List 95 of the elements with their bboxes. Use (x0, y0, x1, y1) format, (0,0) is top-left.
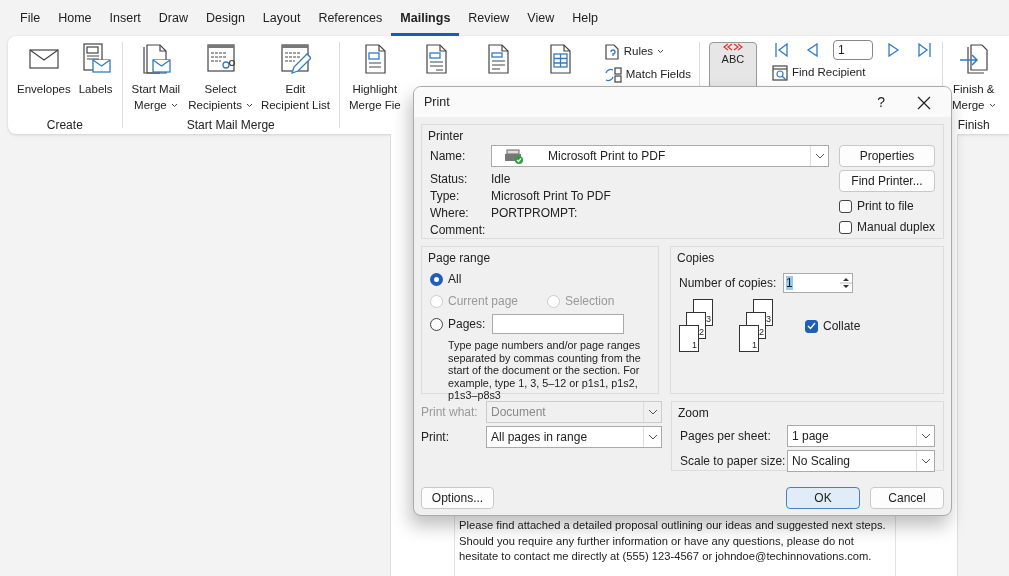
radio-option[interactable]: Pages: (430, 315, 492, 333)
chevron-down-icon (920, 433, 931, 439)
ribbon-button[interactable]: Start Mail Merge (127, 42, 185, 118)
help-button[interactable]: ? (861, 87, 901, 117)
option-label: Collate (823, 318, 861, 335)
close-icon (917, 95, 931, 110)
first-record-icon (773, 42, 788, 58)
checkbox[interactable] (839, 220, 852, 234)
dropdown-field[interactable]: No Scaling (787, 450, 935, 472)
field-label: Name: (430, 148, 467, 165)
sample-text: ABC (721, 52, 745, 67)
ribbon-button[interactable]: Envelopes (13, 42, 75, 118)
info-label: Comment: (430, 221, 487, 239)
menu-tab[interactable]: Help (563, 0, 607, 36)
page-sheet: 1 (739, 325, 759, 352)
page-sheet: 1 (679, 325, 699, 352)
chevrons-icon (721, 43, 744, 51)
option-label: Manual duplex (857, 219, 936, 236)
menu-tab[interactable]: Review (459, 0, 519, 36)
chevron-down-icon (647, 409, 658, 415)
printer-button[interactable]: Find Printer... (839, 170, 935, 192)
hint-text: Type page numbers and/or page ranges separated by commas counting from the start of the document or the section. For example, type 1, 3, 5–12 or p1s1, p1s2, p1s3–p8s3 (448, 339, 642, 402)
option-label: Current page (448, 293, 519, 310)
dialog-button[interactable]: OK (786, 487, 860, 509)
dropdown-field[interactable]: 1 page (787, 425, 935, 447)
ribbon-button[interactable]: Match Fields (600, 65, 694, 85)
ribbon-button[interactable]: Find Recipient (768, 63, 937, 83)
menu-tab[interactable]: View (518, 0, 564, 36)
option-label: Selection (565, 293, 615, 310)
body-paragraph: Please find attached a detailed proposal outlining our ideas and suggested next steps. Should you require any further information or have any questions, please do not hesitate to contact me directly at (555) 123-4567 or johndoe@techinnovations.com. (459, 518, 887, 564)
ribbon-button[interactable]: Labels (74, 42, 117, 118)
checkbox-option[interactable]: Collate (805, 317, 861, 335)
ribbon-button[interactable]: Rules (600, 42, 694, 62)
field-label: Print what: (421, 404, 479, 421)
checkbox-option[interactable]: Print to file (839, 197, 935, 215)
checkbox[interactable] (805, 319, 818, 333)
group-label: Create (45, 118, 84, 132)
group-label: Start Mail Merge (185, 118, 276, 132)
field-label: Pages per sheet: (680, 428, 772, 445)
dropdown-field[interactable]: All pages in range (486, 426, 662, 448)
printer-button[interactable]: Properties (839, 145, 935, 167)
radio-button[interactable] (430, 272, 443, 286)
option-label: Print to file (857, 198, 914, 215)
menu-tab[interactable]: Insert (100, 0, 150, 36)
find-icon (771, 64, 788, 81)
group-label: Finish (956, 118, 991, 132)
pages-field[interactable] (492, 314, 624, 334)
dialog-title: Print (424, 93, 451, 111)
ribbon-button[interactable]: Edit Recipient List (256, 42, 334, 118)
info-value: Idle (491, 170, 511, 188)
copies-spinner[interactable]: 1 (783, 273, 853, 293)
info-label: Status: (430, 170, 469, 188)
dialog-button[interactable]: Options... (421, 487, 494, 509)
checkbox[interactable] (839, 199, 852, 213)
field-label: Print: (421, 429, 450, 446)
menu-tab[interactable]: Layout (253, 0, 310, 36)
ribbon-button[interactable]: Highlight Merge Fie (344, 42, 405, 118)
menu-tab[interactable]: File (11, 0, 50, 36)
chevron-down-icon (920, 458, 931, 464)
group-title: Printer (428, 129, 464, 143)
group-title: Zoom (678, 406, 709, 420)
option-label: All (448, 271, 462, 288)
info-label: Where: (430, 204, 470, 222)
chevron-down-icon (814, 153, 825, 159)
dialog-button[interactable]: Cancel (870, 487, 944, 509)
menu-tab[interactable]: Design (196, 0, 254, 36)
match-fields-icon (603, 66, 622, 83)
printer-dropdown[interactable]: Microsoft Print to PDF (491, 145, 829, 167)
field-label: Scale to paper size: (680, 453, 787, 470)
ribbon-button[interactable]: Finish & Merge (947, 42, 1000, 118)
info-value: PORTPROMPT: (491, 204, 578, 222)
radio-button[interactable] (430, 317, 443, 331)
info-value: Microsoft Print To PDF (491, 187, 611, 205)
last-record-icon (917, 42, 932, 58)
menu-tab[interactable]: References (309, 0, 392, 36)
document-arrow-icon (957, 43, 990, 75)
list-pencil-icon (279, 43, 312, 75)
check-icon (807, 322, 816, 330)
next-record-icon (886, 42, 901, 58)
checkbox-option[interactable]: Manual duplex (839, 218, 935, 236)
radio-option[interactable]: All (430, 270, 650, 288)
menu-tab[interactable]: Draw (149, 0, 197, 36)
menu-tab[interactable]: Home (49, 0, 101, 36)
contact-list-icon (204, 43, 237, 75)
option-label: Pages: (448, 316, 486, 333)
spin-arrows-icon (840, 275, 852, 291)
field-label: Number of copies: (679, 275, 778, 292)
printer-icon (504, 148, 524, 164)
rules-icon (603, 43, 620, 60)
ribbon-button[interactable]: Select Recipients (184, 42, 257, 118)
group-title: Page range (428, 251, 491, 265)
record-field[interactable]: 1 (832, 40, 873, 60)
group-title: Copies (677, 251, 715, 265)
info-label: Type: (430, 187, 461, 205)
chevron-down-icon (647, 434, 658, 440)
